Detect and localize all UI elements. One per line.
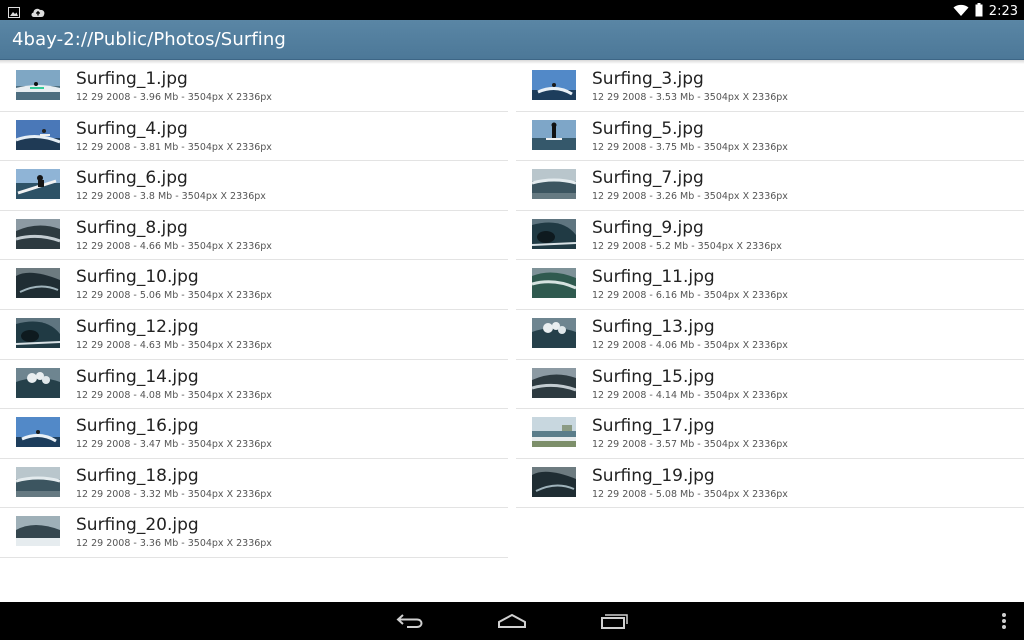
action-bar: 4bay-2://Public/Photos/Surfing [0, 20, 1024, 60]
back-button[interactable] [392, 610, 428, 632]
file-details: 12 29 2008 - 3.75 Mb - 3504px X 2336px [592, 141, 788, 153]
photo-thumbnail [532, 169, 576, 200]
file-name: Surfing_11.jpg [592, 267, 715, 288]
file-name: Surfing_4.jpg [76, 118, 188, 139]
file-details: 12 29 2008 - 5.2 Mb - 3504px X 2336px [592, 240, 782, 252]
photo-thumbnail [532, 70, 576, 100]
photo-thumbnail [16, 466, 60, 497]
file-name: Surfing_3.jpg [592, 69, 704, 89]
recent-apps-button[interactable] [596, 610, 632, 632]
file-list-item[interactable]: Surfing_15.jpg 12 29 2008 - 4.14 Mb - 350… [516, 360, 1024, 410]
file-name: Surfing_20.jpg [76, 515, 199, 536]
file-name: Surfing_5.jpg [592, 118, 704, 139]
file-list-item[interactable]: Surfing_6.jpg 12 29 2008 - 3.8 Mb - 3504p… [0, 161, 508, 211]
file-list-item[interactable]: Surfing_20.jpg 12 29 2008 - 3.36 Mb - 350… [0, 508, 508, 558]
file-name: Surfing_7.jpg [592, 168, 704, 189]
home-button[interactable] [494, 610, 530, 632]
file-details: 12 29 2008 - 3.47 Mb - 3504px X 2336px [76, 439, 272, 451]
file-list-item[interactable]: Surfing_14.jpg 12 29 2008 - 4.08 Mb - 350… [0, 360, 508, 410]
photo-thumbnail [532, 466, 576, 497]
photo-thumbnail [16, 367, 60, 398]
file-details: 12 29 2008 - 5.08 Mb - 3504px X 2336px [592, 488, 788, 500]
file-details: 12 29 2008 - 3.81 Mb - 3504px X 2336px [76, 141, 272, 153]
file-list-item[interactable]: Surfing_7.jpg 12 29 2008 - 3.26 Mb - 3504… [516, 161, 1024, 211]
file-list-left-column: Surfing_1.jpg 12 29 2008 - 3.96 Mb - 3504… [0, 62, 508, 558]
file-details: 12 29 2008 - 6.16 Mb - 3504px X 2336px [592, 290, 788, 302]
photo-thumbnail [16, 169, 60, 200]
file-details: 12 29 2008 - 4.06 Mb - 3504px X 2336px [592, 339, 788, 351]
file-list-item[interactable]: Surfing_13.jpg 12 29 2008 - 4.06 Mb - 350… [516, 310, 1024, 360]
photo-thumbnail [16, 417, 60, 448]
file-details: 12 29 2008 - 4.08 Mb - 3504px X 2336px [76, 389, 272, 401]
photo-thumbnail [532, 268, 576, 299]
file-list-item[interactable]: Surfing_17.jpg 12 29 2008 - 3.57 Mb - 350… [516, 409, 1024, 459]
file-list-item[interactable]: Surfing_1.jpg 12 29 2008 - 3.96 Mb - 3504… [0, 62, 508, 112]
file-list: Surfing_1.jpg 12 29 2008 - 3.96 Mb - 3504… [0, 62, 1024, 602]
file-details: 12 29 2008 - 3.53 Mb - 3504px X 2336px [592, 92, 788, 103]
back-icon [396, 614, 423, 628]
file-name: Surfing_6.jpg [76, 168, 188, 189]
file-list-item[interactable]: Surfing_3.jpg 12 29 2008 - 3.53 Mb - 3504… [516, 62, 1024, 112]
home-icon [498, 613, 526, 628]
file-list-item[interactable]: Surfing_16.jpg 12 29 2008 - 3.47 Mb - 350… [0, 409, 508, 459]
photo-thumbnail [16, 317, 60, 348]
file-list-item[interactable]: Surfing_19.jpg 12 29 2008 - 5.08 Mb - 350… [516, 459, 1024, 509]
status-time: 2:23 [988, 4, 1018, 19]
photo-thumbnail [532, 218, 576, 249]
file-list-item[interactable]: Surfing_4.jpg 12 29 2008 - 3.81 Mb - 3504… [0, 112, 508, 162]
photo-thumbnail [16, 119, 60, 150]
file-name: Surfing_19.jpg [592, 465, 715, 486]
status-system: 2:23 [953, 2, 1018, 21]
file-name: Surfing_10.jpg [76, 267, 199, 288]
photo-thumbnail [16, 268, 60, 299]
file-list-item[interactable]: Surfing_10.jpg 12 29 2008 - 5.06 Mb - 350… [0, 260, 508, 310]
battery-icon [975, 2, 983, 21]
file-details: 12 29 2008 - 3.32 Mb - 3504px X 2336px [76, 488, 272, 500]
file-details: 12 29 2008 - 3.8 Mb - 3504px X 2336px [76, 191, 266, 203]
file-details: 12 29 2008 - 4.63 Mb - 3504px X 2336px [76, 339, 272, 351]
file-name: Surfing_1.jpg [76, 69, 188, 89]
file-list-item[interactable]: Surfing_12.jpg 12 29 2008 - 4.63 Mb - 350… [0, 310, 508, 360]
file-details: 12 29 2008 - 3.26 Mb - 3504px X 2336px [592, 191, 788, 203]
file-details: 12 29 2008 - 4.66 Mb - 3504px X 2336px [76, 240, 272, 252]
photo-thumbnail [532, 317, 576, 348]
overflow-menu-button[interactable] [986, 610, 1022, 632]
file-list-item[interactable]: Surfing_18.jpg 12 29 2008 - 3.32 Mb - 350… [0, 459, 508, 509]
file-details: 12 29 2008 - 5.06 Mb - 3504px X 2336px [76, 290, 272, 302]
photo-thumbnail [16, 70, 60, 100]
file-details: 12 29 2008 - 3.36 Mb - 3504px X 2336px [76, 538, 272, 550]
file-name: Surfing_8.jpg [76, 217, 188, 238]
file-name: Surfing_16.jpg [76, 416, 199, 437]
wifi-icon [953, 2, 969, 21]
navigation-bar [0, 602, 1024, 640]
file-list-right-column: Surfing_3.jpg 12 29 2008 - 3.53 Mb - 3504… [516, 62, 1024, 509]
file-details: 12 29 2008 - 3.96 Mb - 3504px X 2336px [76, 92, 272, 103]
file-list-item[interactable]: Surfing_5.jpg 12 29 2008 - 3.75 Mb - 3504… [516, 112, 1024, 162]
file-name: Surfing_18.jpg [76, 465, 199, 486]
photo-thumbnail [532, 119, 576, 150]
file-list-item[interactable]: Surfing_9.jpg 12 29 2008 - 5.2 Mb - 3504p… [516, 211, 1024, 261]
file-details: 12 29 2008 - 4.14 Mb - 3504px X 2336px [592, 389, 788, 401]
photo-thumbnail [532, 367, 576, 398]
file-name: Surfing_14.jpg [76, 366, 199, 387]
path-title: 4bay-2://Public/Photos/Surfing [12, 29, 286, 50]
photo-thumbnail [532, 417, 576, 448]
file-name: Surfing_17.jpg [592, 416, 715, 437]
recent-apps-icon [601, 614, 628, 629]
photo-thumbnail [16, 218, 60, 249]
file-name: Surfing_15.jpg [592, 366, 715, 387]
file-details: 12 29 2008 - 3.57 Mb - 3504px X 2336px [592, 439, 788, 451]
file-name: Surfing_12.jpg [76, 316, 199, 337]
file-name: Surfing_9.jpg [592, 217, 704, 238]
file-list-item[interactable]: Surfing_8.jpg 12 29 2008 - 4.66 Mb - 3504… [0, 211, 508, 261]
file-name: Surfing_13.jpg [592, 316, 715, 337]
file-list-item[interactable]: Surfing_11.jpg 12 29 2008 - 6.16 Mb - 350… [516, 260, 1024, 310]
status-bar: 2:23 [0, 0, 1024, 20]
overflow-menu-icon [1002, 613, 1006, 629]
photo-thumbnail [16, 516, 60, 547]
